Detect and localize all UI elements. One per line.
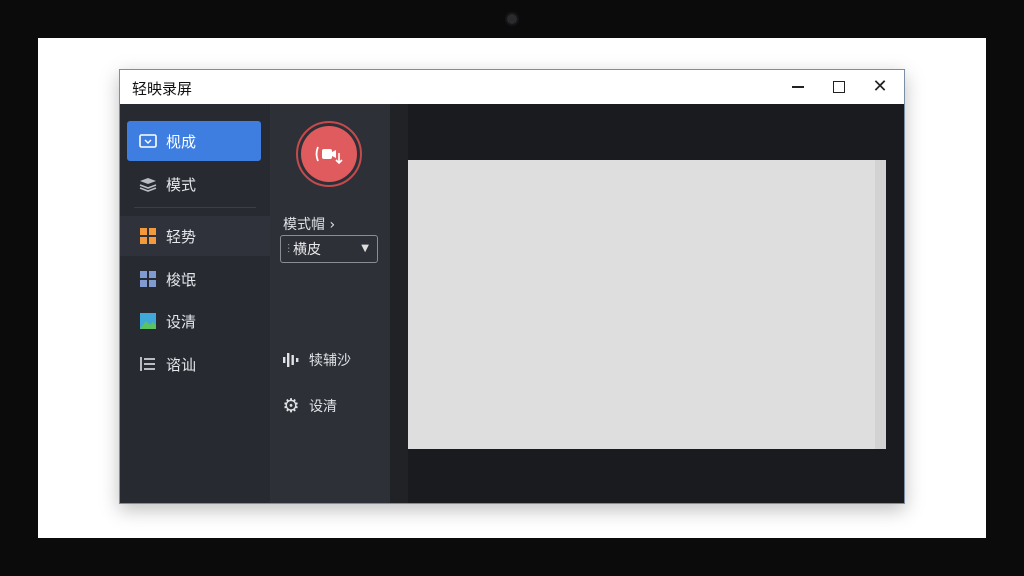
grid-orange-icon	[139, 228, 157, 244]
preview-canvas	[408, 160, 886, 449]
sidebar-item-label: 谘讪	[166, 355, 197, 374]
record-camera-icon	[315, 146, 343, 165]
sidebar-item-label: 轻势	[166, 227, 197, 246]
image-icon	[139, 313, 157, 329]
audio-settings-label: 犊辅沙	[309, 353, 351, 369]
layers-icon	[139, 176, 157, 192]
audio-settings-button[interactable]: 犊辅沙	[282, 350, 351, 370]
mode-select-value: 横皮	[293, 242, 322, 258]
minimize-button[interactable]	[778, 70, 818, 104]
grid-blue-icon	[139, 271, 157, 287]
settings-button[interactable]: ⚙ 设清	[282, 395, 337, 417]
title-bar: 轻映录屏 ✕	[120, 70, 904, 105]
control-panel: 模式帽 › ⫶ 横皮 ▼ 犊辅沙 ⚙ 设清	[270, 104, 390, 503]
list-icon	[139, 356, 157, 372]
record-button-core	[301, 126, 357, 182]
audio-waveform-icon	[282, 351, 300, 369]
preview-scrollbar[interactable]	[875, 160, 886, 449]
sidebar-divider	[134, 207, 256, 208]
sidebar-item-label: 枧成	[166, 132, 197, 151]
mode-select[interactable]: ⫶ 横皮 ▼	[280, 235, 378, 263]
sidebar-item-label: 模式	[166, 175, 197, 194]
preview-gutter	[390, 104, 408, 503]
sidebar-item-5[interactable]: 设清	[127, 301, 261, 341]
sidebar-item-2[interactable]: 模式	[127, 164, 261, 204]
preview-area	[390, 104, 904, 503]
sidebar: 枧成 模式 轻势 梭氓 设清 谘讪	[120, 104, 270, 503]
minimize-icon	[792, 86, 804, 88]
sidebar-item-3[interactable]: 轻势	[120, 216, 270, 256]
sidebar-item-4[interactable]: 梭氓	[127, 259, 261, 299]
screen-icon	[139, 133, 157, 149]
maximize-button[interactable]	[819, 70, 859, 104]
settings-label: 设清	[309, 399, 337, 415]
sidebar-item-1[interactable]: 枧成	[127, 121, 261, 161]
sidebar-item-label: 设清	[166, 312, 197, 331]
app-title: 轻映录屏	[132, 80, 193, 98]
chevron-down-icon: ▼	[361, 243, 369, 254]
close-button[interactable]: ✕	[860, 70, 900, 104]
monitor-bezel: 轻映录屏 ✕ 枧成 模式 轻势 梭氓 设清 谘讪 模式帽 › ⫶ 横皮 ▼ 犊辅…	[0, 0, 1024, 576]
gear-icon: ⚙	[282, 395, 300, 417]
sidebar-item-label: 梭氓	[166, 270, 197, 289]
record-button[interactable]	[296, 121, 362, 187]
maximize-icon	[833, 81, 845, 93]
webcam-dot	[507, 14, 517, 24]
mode-icon: ⫶	[287, 241, 291, 256]
sidebar-item-6[interactable]: 谘讪	[127, 344, 261, 384]
mode-label: 模式帽 ›	[283, 217, 336, 233]
close-icon: ✕	[872, 76, 888, 97]
app-window: 轻映录屏 ✕ 枧成 模式 轻势 梭氓 设清 谘讪 模式帽 › ⫶ 横皮 ▼ 犊辅…	[119, 69, 905, 504]
